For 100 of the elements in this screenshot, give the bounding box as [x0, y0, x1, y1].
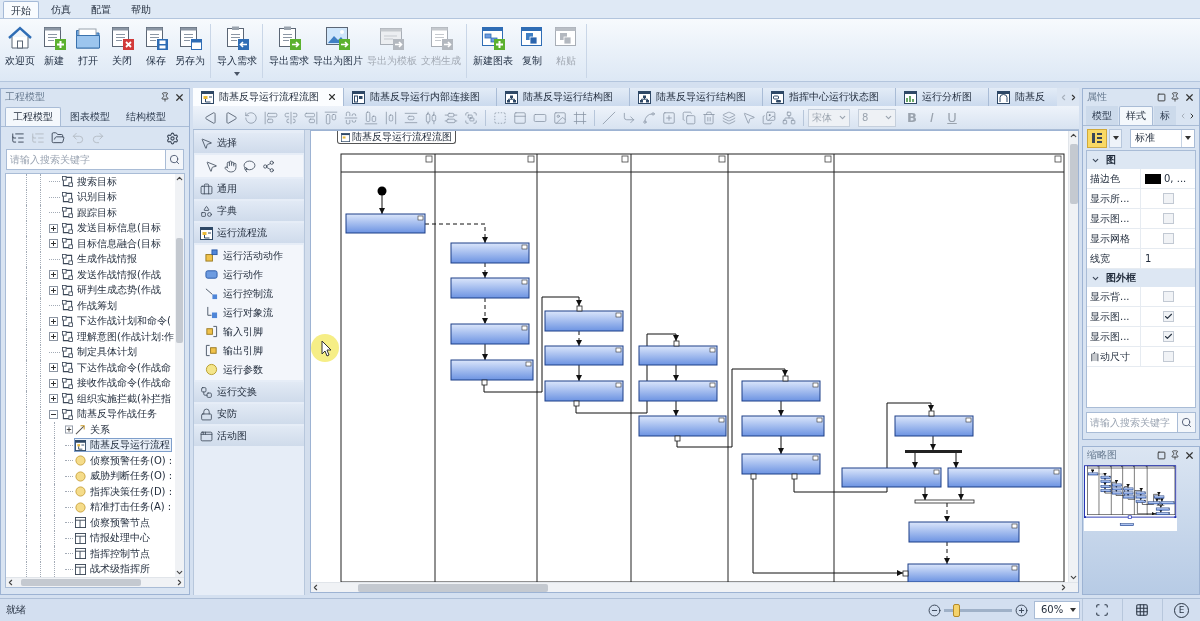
toolbox-section[interactable]: 运行流程流	[194, 223, 304, 243]
tree-item[interactable]: 下达作战命令(作战命	[61, 360, 172, 375]
line-icon[interactable]	[602, 110, 616, 125]
scroll-up-icon[interactable]	[1069, 131, 1078, 140]
tree-item[interactable]: 陆基反导运行流程	[74, 438, 172, 453]
settings-icon[interactable]	[166, 131, 179, 145]
slider-thumb[interactable]	[953, 603, 961, 617]
ribbon-button[interactable]: 导入需求	[215, 24, 259, 76]
tree-item[interactable]: 威胁判断任务(O) :	[74, 469, 174, 484]
expand-icon[interactable]	[49, 378, 58, 388]
checkbox[interactable]	[1162, 213, 1174, 224]
document-tab[interactable]: 陆基反	[989, 88, 1057, 106]
tree-item[interactable]: 制定具体计划	[61, 345, 138, 360]
document-tab[interactable]: 陆基反导运行结构图	[497, 88, 630, 106]
scrollbar-thumb[interactable]	[176, 238, 183, 343]
expand-icon[interactable]	[49, 332, 58, 342]
scrollbar-thumb[interactable]	[358, 583, 548, 592]
ribbon-button[interactable]: 导出需求	[267, 24, 311, 67]
lasso-icon[interactable]	[243, 159, 256, 173]
restore-icon[interactable]	[1157, 450, 1166, 460]
tree-item[interactable]: 情报处理中心	[74, 531, 151, 546]
pin-icon[interactable]	[1170, 450, 1180, 460]
triangle-left-icon[interactable]	[204, 110, 218, 125]
scroll-down-icon[interactable]	[1069, 573, 1078, 582]
expand-icon[interactable]	[49, 239, 58, 249]
expand-icon[interactable]	[49, 363, 58, 373]
align-bottom-icon[interactable]	[364, 110, 378, 125]
align-center-icon[interactable]	[284, 110, 298, 125]
search-button[interactable]	[1178, 412, 1196, 433]
expand-icon[interactable]	[49, 394, 58, 404]
group-icon[interactable]	[464, 110, 478, 125]
scroll-left-icon[interactable]	[6, 578, 15, 587]
pointer-icon[interactable]	[205, 159, 218, 173]
align-left-icon[interactable]	[264, 110, 278, 125]
elbow-arrow-icon[interactable]	[622, 110, 636, 125]
toolbox-item[interactable]: 输出引脚	[195, 341, 303, 360]
align-right-icon[interactable]	[304, 110, 318, 125]
toolbox-item[interactable]: 运行活动动作	[195, 246, 303, 265]
restore-icon[interactable]	[1157, 92, 1166, 102]
scrollbar-thumb[interactable]	[1069, 144, 1078, 204]
checkbox[interactable]	[1162, 233, 1174, 244]
ribbon-button[interactable]: 保存	[139, 24, 173, 67]
scroll-right-icon[interactable]	[175, 578, 184, 587]
checkbox[interactable]	[1162, 291, 1174, 302]
hand-icon[interactable]	[224, 159, 237, 173]
close-icon[interactable]	[1184, 449, 1195, 461]
space-vertical-icon[interactable]	[404, 110, 418, 125]
category-header[interactable]: 图外框	[1087, 269, 1195, 287]
scroll-right-icon[interactable]	[1188, 111, 1196, 120]
diagram-thumbnail[interactable]	[1084, 465, 1177, 531]
tree-item[interactable]: 关系	[74, 422, 111, 437]
folder-open-icon[interactable]	[51, 131, 65, 145]
toolbox-section[interactable]: 选择	[194, 133, 304, 153]
close-icon[interactable]	[174, 91, 185, 103]
tree-item[interactable]: 指挥控制节点	[74, 546, 151, 561]
scrollbar[interactable]	[175, 174, 184, 577]
zoom-out-icon[interactable]	[928, 603, 941, 617]
share-icon[interactable]	[262, 159, 275, 173]
tree-item[interactable]: 搜索目标	[61, 174, 118, 189]
space-horizontal-icon[interactable]	[384, 110, 398, 125]
toolbox-section[interactable]: 运行交换	[194, 382, 304, 402]
tree-item[interactable]: 侦察预警任务(O) :	[74, 453, 174, 468]
scroll-up-icon[interactable]	[175, 174, 184, 183]
breadcrumb-tab[interactable]: 陆基反导运行流程流图	[337, 131, 456, 144]
category-header[interactable]: 图	[1087, 151, 1195, 169]
ribbon-button[interactable]: 欢迎页	[3, 24, 37, 67]
ribbon-button[interactable]: 新建	[37, 24, 71, 67]
document-tab[interactable]: 陆基反导运行结构图	[630, 88, 763, 106]
pointer-icon[interactable]	[742, 110, 756, 125]
distribute-vertical-icon[interactable]	[444, 110, 458, 125]
layers-icon[interactable]	[722, 110, 736, 125]
checkbox[interactable]	[1162, 311, 1174, 322]
scrollbar[interactable]	[1068, 131, 1078, 582]
tree-item[interactable]: 作战筹划	[61, 298, 118, 313]
copy-icon[interactable]	[682, 110, 696, 125]
fit-frame-icon[interactable]	[1094, 603, 1109, 617]
checkbox[interactable]	[1162, 351, 1174, 362]
close-icon[interactable]	[327, 92, 337, 102]
grid-icon[interactable]	[1134, 603, 1149, 617]
document-tab[interactable]: 指挥中心运行状态图	[763, 88, 896, 106]
panel-tab[interactable]: 模型	[1086, 106, 1118, 125]
view-toggle[interactable]	[1087, 128, 1107, 148]
ribbon-button[interactable]: 复制	[515, 24, 549, 67]
ribbon-button[interactable]: 打开	[71, 24, 105, 67]
network-icon[interactable]	[782, 110, 796, 125]
tree-item[interactable]: 指挥决策任务(D) :	[74, 484, 174, 499]
dropdown-button[interactable]	[1109, 128, 1122, 148]
panel-tab[interactable]: 样式	[1119, 106, 1153, 125]
list-tree-icon[interactable]	[11, 131, 25, 145]
ribbon-button[interactable]: 另存为	[173, 24, 207, 67]
pin-icon[interactable]	[160, 92, 170, 102]
menu-tab[interactable]: 仿真	[43, 1, 79, 18]
toolbox-section[interactable]: 字典	[194, 201, 304, 221]
expand-icon[interactable]	[49, 316, 58, 326]
menu-tab[interactable]: 配置	[83, 1, 119, 18]
toolbox-item[interactable]: 运行动作	[195, 265, 303, 284]
panel-tab[interactable]: 标	[1154, 106, 1176, 125]
tree-item[interactable]: 识别目标	[61, 190, 118, 205]
document-tab[interactable]: 运行分析图	[896, 88, 989, 106]
tree-item[interactable]: 生成作战情报	[61, 252, 138, 267]
